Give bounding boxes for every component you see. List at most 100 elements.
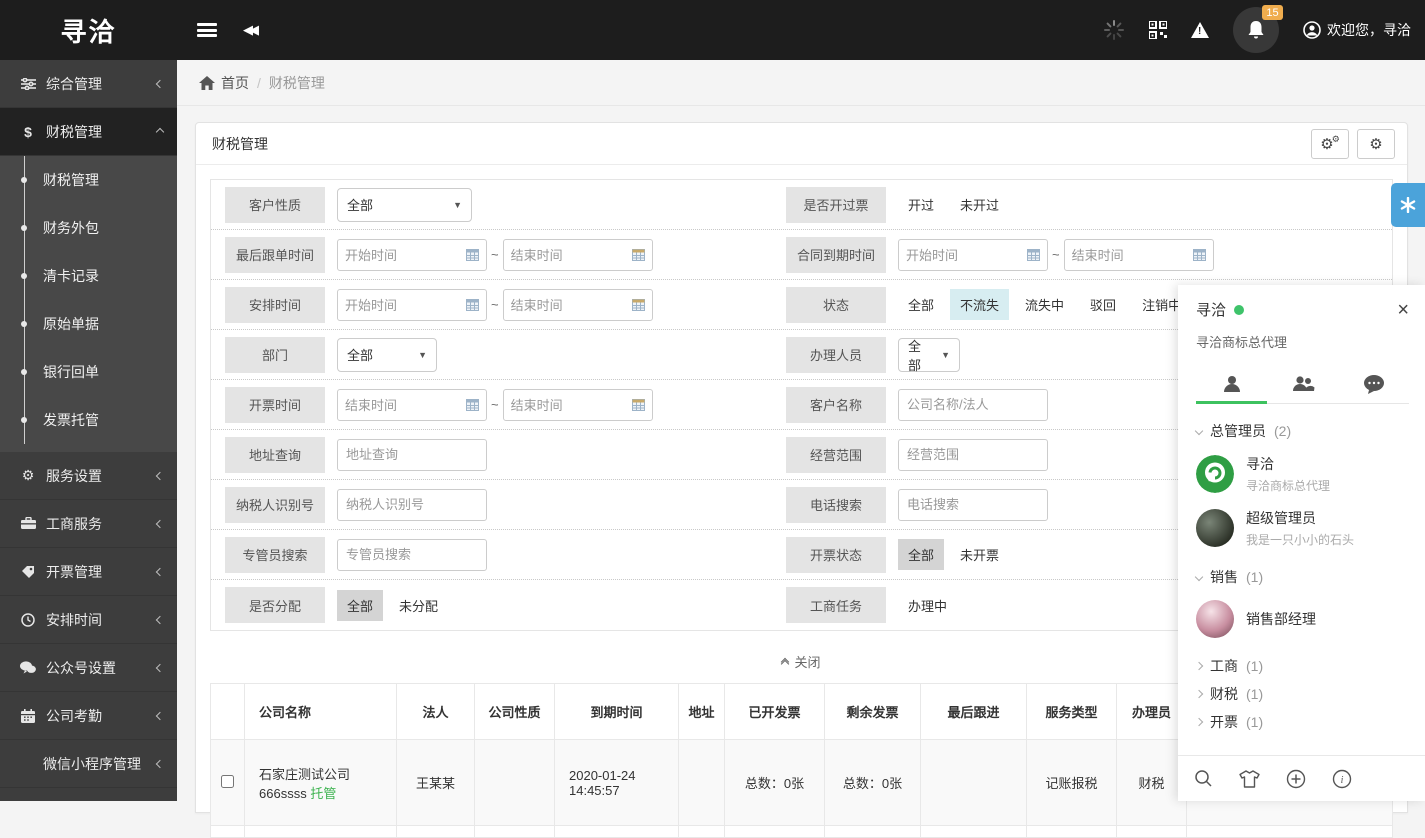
people-icon	[1291, 374, 1315, 394]
filter-label-task: 工商任务	[786, 587, 886, 623]
submenu-item-bank-receipts[interactable]: 银行回单	[0, 348, 177, 396]
filter-label-contract-expire: 合同到期时间	[786, 237, 886, 273]
chevron-left-icon	[156, 663, 164, 671]
col-legal: 法人	[397, 684, 475, 740]
sidebar-item-service-settings[interactable]: ⚙ 服务设置	[0, 452, 177, 500]
department-select[interactable]: 全部 ▼	[337, 338, 437, 372]
search-icon[interactable]	[1194, 769, 1213, 788]
submenu-item-invoice-hosting[interactable]: 发票托管	[0, 396, 177, 444]
sidebar-item-finance-tax[interactable]: $ 财税管理	[0, 108, 177, 156]
select-all-header	[211, 684, 245, 740]
tab-groups[interactable]	[1267, 365, 1338, 403]
sidebar-item-schedule-time[interactable]: 安排时间	[0, 596, 177, 644]
filter-label-status: 状态	[786, 287, 886, 323]
submenu-item-original-docs[interactable]: 原始单据	[0, 300, 177, 348]
breadcrumb-home[interactable]: 首页	[199, 73, 249, 93]
cell-address	[679, 740, 725, 826]
filter-label-phone: 电话搜索	[786, 487, 886, 523]
last-follow-start-input[interactable]: 开始时间	[337, 239, 487, 271]
sidebar-item-general[interactable]: 综合管理	[0, 60, 177, 108]
warning-icon[interactable]: !	[1191, 22, 1209, 38]
invoice-time-start-input[interactable]: 结束时间	[337, 389, 487, 421]
settings-button[interactable]: ⚙	[1357, 129, 1395, 159]
cogs-button[interactable]: ⚙⚙	[1311, 129, 1349, 159]
tab-messages[interactable]	[1338, 365, 1409, 403]
avatar-logo	[1196, 455, 1234, 493]
sliders-icon	[20, 78, 36, 90]
sidebar-item-attendance[interactable]: 公司考勤	[0, 692, 177, 740]
tag-icon	[20, 565, 36, 579]
row-checkbox[interactable]	[221, 775, 234, 788]
calendar-icon	[466, 298, 479, 311]
user-avatar-icon	[1303, 21, 1321, 39]
filter-label-customer-name: 客户名称	[786, 387, 886, 423]
shirt-icon[interactable]	[1239, 770, 1260, 788]
gear-icon: ⚙	[20, 467, 36, 484]
chat-member-xunqia[interactable]: 寻洽 寻洽商标总代理	[1196, 454, 1409, 494]
qr-code-icon[interactable]	[1149, 21, 1167, 39]
cell-expire: 2020-01-24 14:45:57	[555, 740, 679, 826]
agent-select[interactable]: 全部 ▼	[898, 338, 960, 372]
sidebar-item-business-service[interactable]: 工商服务	[0, 500, 177, 548]
chat-member-sales-manager[interactable]: 销售部经理	[1196, 600, 1409, 638]
group-sales[interactable]: 销售 (1)	[1196, 562, 1409, 592]
assigned-option-all[interactable]: 全部	[337, 590, 383, 621]
filter-label-taxpayer: 纳税人识别号	[225, 487, 325, 523]
collapse-sidebar-icon[interactable]: ◀◀	[243, 22, 255, 38]
submenu-item-card-clearing[interactable]: 清卡记录	[0, 252, 177, 300]
menu-toggle-icon[interactable]	[197, 23, 217, 37]
contract-expire-end-input[interactable]: 结束时间	[1064, 239, 1214, 271]
filter-row-2: 最后跟单时间 开始时间 ~ 结束时间 合同到期时间 开始时间	[211, 230, 1392, 280]
submenu-item-finance-outsourcing[interactable]: 财务外包	[0, 204, 177, 252]
arrange-end-input[interactable]: 结束时间	[503, 289, 653, 321]
close-icon[interactable]: ×	[1397, 300, 1409, 320]
tab-contacts[interactable]	[1196, 365, 1267, 403]
page-title: 财税管理	[212, 134, 1311, 154]
arrange-start-input[interactable]: 开始时间	[337, 289, 487, 321]
invoice-status-option-all[interactable]: 全部	[898, 539, 944, 570]
cell-nature	[475, 740, 555, 826]
scope-input[interactable]	[898, 439, 1048, 471]
phone-input[interactable]	[898, 489, 1048, 521]
customer-nature-select[interactable]: 全部 ▼	[337, 188, 472, 222]
status-option-all[interactable]: 全部	[898, 289, 944, 320]
group-business[interactable]: 工商 (1)	[1196, 652, 1409, 680]
app-logo: 寻洽	[0, 0, 177, 60]
supervisor-input[interactable]	[337, 539, 487, 571]
taxpayer-input[interactable]	[337, 489, 487, 521]
submenu-item-finance-tax-mgmt[interactable]: 财税管理	[0, 156, 177, 204]
plus-circle-icon[interactable]	[1286, 769, 1306, 789]
task-option-processing[interactable]: 办理中	[898, 590, 957, 621]
customer-name-input[interactable]	[898, 389, 1048, 421]
assigned-option-none[interactable]: 未分配	[389, 590, 448, 621]
invoice-time-end-input[interactable]: 结束时间	[503, 389, 653, 421]
address-input[interactable]	[337, 439, 487, 471]
chat-bubble-icon	[1363, 374, 1385, 394]
status-option-rejected[interactable]: 驳回	[1080, 289, 1126, 320]
cell-last-follow	[921, 740, 1027, 826]
home-icon	[199, 76, 215, 90]
chevron-left-icon	[156, 759, 164, 767]
last-follow-end-input[interactable]: 结束时间	[503, 239, 653, 271]
contract-expire-start-input[interactable]: 开始时间	[898, 239, 1048, 271]
info-circle-icon[interactable]: i	[1332, 769, 1352, 789]
sidebar-item-invoicing-mgmt[interactable]: 开票管理	[0, 548, 177, 596]
quick-action-float-button[interactable]	[1391, 183, 1425, 227]
group-invoicing[interactable]: 开票 (1)	[1196, 708, 1409, 736]
status-option-losing[interactable]: 流失中	[1015, 289, 1074, 320]
invoiced-option-no[interactable]: 未开过	[950, 189, 1009, 220]
chevron-left-icon	[156, 615, 164, 623]
status-option-not-lost[interactable]: 不流失	[950, 289, 1009, 320]
cell-company[interactable]: 石家庄测试公司 666ssss 托管	[245, 740, 397, 826]
clock-icon	[20, 613, 36, 627]
group-super-admin[interactable]: 总管理员 (2)	[1196, 416, 1409, 446]
chat-member-super-admin[interactable]: 超级管理员 我是一只小小的石头	[1196, 508, 1409, 548]
invoiced-option-yes[interactable]: 开过	[898, 189, 944, 220]
user-welcome[interactable]: 欢迎您，寻洽	[1303, 20, 1411, 40]
group-finance-tax[interactable]: 财税 (1)	[1196, 680, 1409, 708]
invoice-status-option-none[interactable]: 未开票	[950, 539, 1009, 570]
sidebar-item-official-account[interactable]: 公众号设置	[0, 644, 177, 692]
notification-bell-icon[interactable]: 15	[1233, 7, 1279, 53]
sidebar-item-wechat-miniapp[interactable]: 微信小程序管理	[0, 740, 177, 788]
hosting-tag: 托管	[310, 786, 336, 801]
